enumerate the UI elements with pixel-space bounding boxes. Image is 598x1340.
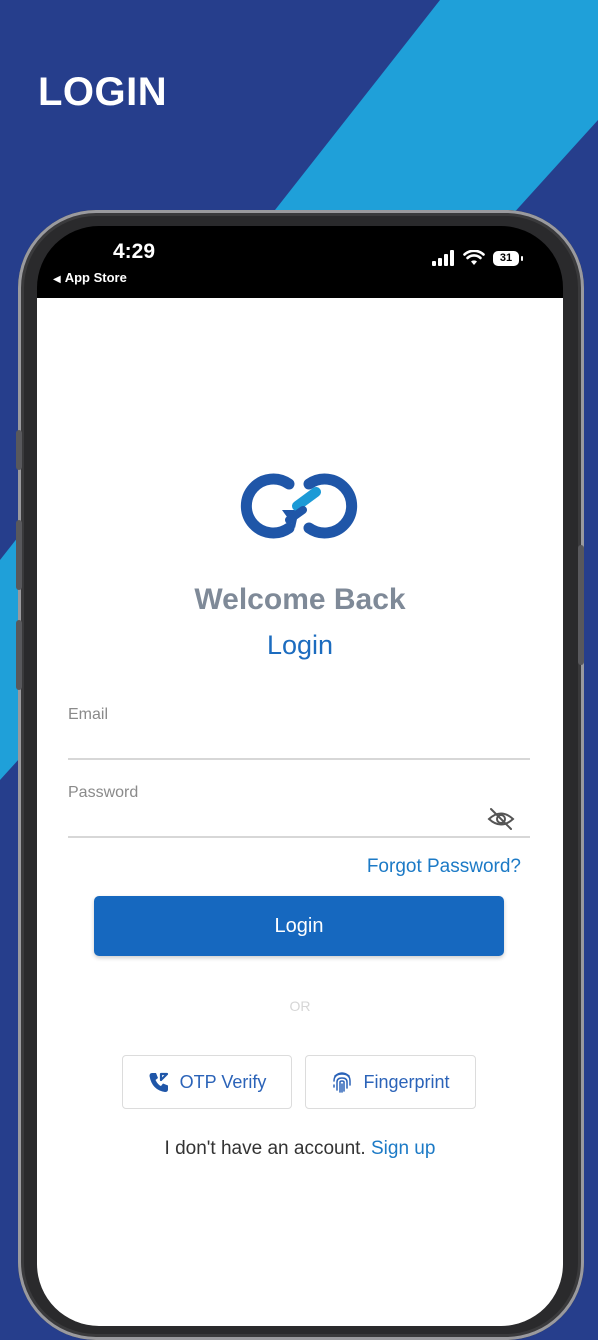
signup-link[interactable]: Sign up xyxy=(371,1138,435,1159)
phone-volume-up xyxy=(16,520,22,590)
fingerprint-label: Fingerprint xyxy=(363,1071,450,1092)
back-app-label: App Store xyxy=(64,270,127,285)
phone-screen: 4:29 ◀ App Store 31 Welcome Back Login E… xyxy=(37,226,563,1326)
signup-prompt-text: I don't have an account. xyxy=(164,1138,366,1159)
promo-title: LOGIN xyxy=(38,70,168,114)
login-subtitle: Login xyxy=(266,630,334,660)
fingerprint-icon xyxy=(333,1072,352,1093)
or-divider: OR xyxy=(289,998,311,1014)
battery-level: 31 xyxy=(499,252,513,264)
phone-verify-icon xyxy=(149,1072,168,1092)
password-field[interactable]: Password xyxy=(68,784,530,838)
forgot-password-link[interactable]: Forgot Password? xyxy=(367,856,521,878)
signup-prompt: I don't have an account. Sign up xyxy=(37,1138,563,1160)
back-to-app-store[interactable]: ◀ App Store xyxy=(53,270,127,285)
otp-verify-button[interactable]: OTP Verify xyxy=(122,1055,292,1109)
login-screen: Welcome Back Login Email Password Forgot… xyxy=(37,298,563,1326)
login-button[interactable]: Login xyxy=(94,896,504,956)
password-label: Password xyxy=(68,784,139,801)
signal-icon xyxy=(432,250,454,266)
otp-verify-label: OTP Verify xyxy=(179,1071,267,1092)
phone-volume-down xyxy=(16,620,22,690)
email-field[interactable]: Email xyxy=(68,706,530,760)
phone-power-button xyxy=(578,545,584,665)
status-time: 4:29 xyxy=(113,240,156,263)
wifi-icon xyxy=(463,250,485,265)
status-icons: 31 xyxy=(431,250,523,266)
fingerprint-button[interactable]: Fingerprint xyxy=(305,1055,476,1109)
back-arrow-icon: ◀ xyxy=(53,274,61,285)
phone-side-button xyxy=(16,430,22,470)
battery-icon: 31 xyxy=(493,250,523,266)
eye-slash-icon[interactable] xyxy=(486,806,516,832)
infinity-link-logo xyxy=(240,473,358,539)
status-bar: 4:29 ◀ App Store 31 xyxy=(37,226,563,298)
email-label: Email xyxy=(68,706,109,723)
welcome-heading: Welcome Back xyxy=(194,583,406,616)
